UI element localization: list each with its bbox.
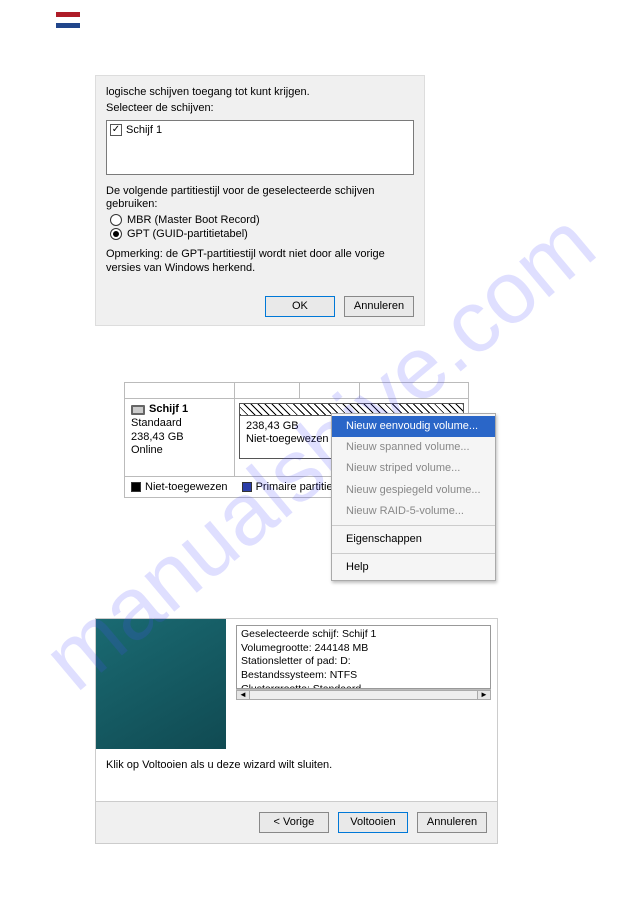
wizard-button-row: < Vorige Voltooien Annuleren — [96, 801, 497, 843]
dialog-intro-text: logische schijven toegang tot kunt krijg… — [106, 86, 414, 100]
menu-properties[interactable]: Eigenschappen — [332, 529, 495, 550]
menu-help[interactable]: Help — [332, 557, 495, 578]
legend-unallocated-label: Niet-toegewezen — [145, 481, 228, 493]
menu-new-raid5-volume[interactable]: Nieuw RAID-5-volume... — [332, 501, 495, 522]
dialog-button-row: OK Annuleren — [96, 288, 424, 325]
menu-new-mirrored-volume[interactable]: Nieuw gespiegeld volume... — [332, 480, 495, 501]
menu-new-striped-volume[interactable]: Nieuw striped volume... — [332, 458, 495, 479]
radio-gpt[interactable]: GPT (GUID-partitietabel) — [110, 228, 414, 240]
checkbox-checked-icon[interactable]: ✓ — [110, 124, 122, 136]
finish-button[interactable]: Voltooien — [338, 812, 408, 833]
disk-management-header — [125, 383, 468, 399]
back-button[interactable]: < Vorige — [259, 812, 329, 833]
disk-title: Schijf 1 — [149, 403, 188, 417]
summary-scrollbar[interactable]: ◄ ► — [236, 689, 491, 700]
disk-info-cell[interactable]: Schijf 1 Standaard 238,43 GB Online — [125, 399, 235, 476]
disk-listbox[interactable]: ✓ Schijf 1 — [106, 120, 414, 175]
cancel-button[interactable]: Annuleren — [344, 296, 414, 317]
ok-button[interactable]: OK — [265, 296, 335, 317]
wizard-instruction-area: Klik op Voltooien als u deze wizard wilt… — [96, 749, 497, 801]
menu-new-spanned-volume[interactable]: Nieuw spanned volume... — [332, 437, 495, 458]
partition-style-label: De volgende partitiestijl voor de gesele… — [106, 185, 414, 213]
radio-mbr-label: MBR (Master Boot Record) — [127, 214, 260, 226]
summary-line: Stationsletter of pad: D: — [241, 655, 486, 669]
scroll-track[interactable] — [250, 690, 477, 700]
summary-line: Clustergrootte: Standaard — [241, 683, 486, 689]
menu-separator — [332, 553, 495, 554]
summary-line: Geselecteerde schijf: Schijf 1 — [241, 628, 486, 642]
wizard-summary-list[interactable]: Geselecteerde schijf: Schijf 1 Volumegro… — [236, 625, 491, 689]
wizard-summary-area: Geselecteerde schijf: Schijf 1 Volumegro… — [226, 619, 497, 749]
radio-gpt-label: GPT (GUID-partitietabel) — [127, 228, 248, 240]
menu-new-simple-volume[interactable]: Nieuw eenvoudig volume... — [332, 416, 495, 437]
disk-status-label: Online — [131, 444, 228, 458]
wizard-art-panel — [96, 619, 226, 749]
volume-context-menu: Nieuw eenvoudig volume... Nieuw spanned … — [331, 413, 496, 581]
menu-separator — [332, 525, 495, 526]
legend-primary-label: Primaire partitie — [256, 481, 333, 493]
legend-swatch-unallocated-icon — [131, 482, 141, 492]
radio-mbr[interactable]: MBR (Master Boot Record) — [110, 214, 414, 226]
disk-size-label: 238,43 GB — [131, 431, 228, 445]
select-disks-label: Selecteer de schijven: — [106, 102, 414, 116]
legend-swatch-primary-icon — [242, 482, 252, 492]
summary-line: Volumegrootte: 244148 MB — [241, 642, 486, 656]
radio-checked-icon[interactable] — [110, 228, 122, 240]
wizard-cancel-button[interactable]: Annuleren — [417, 812, 487, 833]
radio-unchecked-icon[interactable] — [110, 214, 122, 226]
scroll-right-icon[interactable]: ► — [477, 690, 491, 700]
initialize-disk-dialog: logische schijven toegang tot kunt krijg… — [95, 75, 425, 326]
disk-item-row[interactable]: ✓ Schijf 1 — [110, 124, 410, 136]
flag-stripe-blue — [56, 23, 80, 28]
scroll-left-icon[interactable]: ◄ — [236, 690, 250, 700]
gpt-note-text: Opmerking: de GPT-partitiestijl wordt ni… — [106, 248, 414, 276]
new-volume-wizard: Geselecteerde schijf: Schijf 1 Volumegro… — [95, 618, 498, 844]
wizard-instruction-text: Klik op Voltooien als u deze wizard wilt… — [106, 759, 332, 771]
disk-icon — [131, 405, 145, 415]
disk-type-label: Standaard — [131, 417, 228, 431]
disk-item-label: Schijf 1 — [126, 124, 162, 136]
nl-flag-icon — [56, 12, 80, 28]
summary-line: Bestandssysteem: NTFS — [241, 669, 486, 683]
